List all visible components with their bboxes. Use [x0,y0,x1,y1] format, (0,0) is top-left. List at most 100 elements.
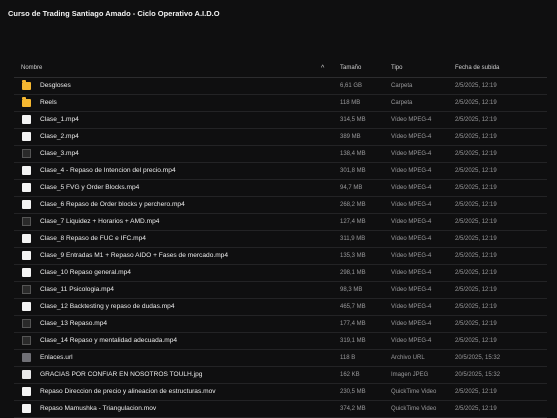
file-date: 2/5/2025, 12:19 [455,253,497,259]
file-size: 314,5 MB [340,117,366,123]
video-icon [22,132,31,141]
file-name[interactable]: Clase_3.mp4 [40,150,79,157]
file-name[interactable]: Clase_13 Repaso.mp4 [40,320,107,327]
table-row[interactable]: Clase_4 - Repaso de Intencion del precio… [14,163,547,180]
file-type: Carpeta [391,83,413,89]
table-row[interactable]: Clase_14 Repaso y mentalidad adecuada.mp… [14,333,547,350]
file-type: Vídeo MPEG-4 [391,117,432,123]
file-date: 2/5/2025, 12:19 [455,406,497,412]
link-file-icon [22,353,31,362]
table-row[interactable]: Clase_10 Repaso general.mp4 298,1 MB Vídeo… [14,265,547,282]
video-thumbnail-icon [22,285,31,294]
table-row[interactable]: Enlaces.url 118 B Archivo URL 20/5/2025, 15… [14,350,547,367]
column-header-size[interactable]: Tamaño [340,65,361,71]
file-name[interactable]: Clase_1.mp4 [40,116,79,123]
table-row[interactable]: Clase_12 Backtesting y repaso de dudas.m… [14,299,547,316]
file-name[interactable]: Clase_10 Repaso general.mp4 [40,269,131,276]
table-row[interactable]: Repaso Mamushka - Triangulacion.mov 374,2… [14,401,547,418]
column-header-name[interactable]: Nombre [21,65,42,71]
video-thumbnail-icon [22,149,31,158]
file-name[interactable]: GRACIAS POR CONFIAR EN NOSOTROS TOULH.jp… [40,371,202,378]
file-size: 162 KB [340,372,360,378]
video-icon [22,200,31,209]
file-name[interactable]: Clase_2.mp4 [40,133,79,140]
table-row[interactable]: GRACIAS POR CONFIAR EN NOSOTROS TOULH.jp… [14,367,547,384]
file-date: 2/5/2025, 12:19 [455,304,497,310]
file-name[interactable]: Clase_7 Liquidez + Horarios + AMD.mp4 [40,218,159,225]
file-date: 20/5/2025, 15:32 [455,372,501,378]
video-icon [22,183,31,192]
file-date: 2/5/2025, 12:19 [455,185,497,191]
column-header-date[interactable]: Fecha de subida [455,65,499,71]
folder-icon [22,80,31,90]
folder-icon [22,97,31,107]
table-header: Nombre ^ Tamaño Tipo Fecha de subida [14,60,547,78]
file-name[interactable]: Desgloses [40,82,71,89]
file-name[interactable]: Clase_14 Repaso y mentalidad adecuada.mp… [40,337,177,344]
file-size: 94,7 MB [340,185,363,191]
file-type: Vídeo MPEG-4 [391,287,432,293]
table-row[interactable]: Clase_11 Psicologia.mp4 98,3 MB Vídeo MPEG… [14,282,547,299]
file-type: Imagen JPEG [391,372,429,378]
file-name[interactable]: Clase_9 Entradas M1 + Repaso AIDO + Fase… [40,252,228,259]
table-row[interactable]: Clase_9 Entradas M1 + Repaso AIDO + Fase… [14,248,547,265]
file-date: 2/5/2025, 12:19 [455,236,497,242]
file-date: 2/5/2025, 12:19 [455,83,497,89]
file-date: 2/5/2025, 12:19 [455,202,497,208]
file-size: 230,5 MB [340,389,366,395]
file-name[interactable]: Clase_12 Backtesting y repaso de dudas.m… [40,303,175,310]
table-body: Desgloses 6,61 GB Carpeta 2/5/2025, 12:19 Re… [14,78,547,418]
file-size: 118 MB [340,100,361,106]
file-name[interactable]: Clase_6 Repaso de Order blocks y percher… [40,201,185,208]
video-icon [22,166,31,175]
table-row[interactable]: Clase_7 Liquidez + Horarios + AMD.mp4 127… [14,214,547,231]
table-row[interactable]: Desgloses 6,61 GB Carpeta 2/5/2025, 12:19 [14,78,547,95]
table-row[interactable]: Clase_13 Repaso.mp4 177,4 MB Vídeo MPEG-4 2… [14,316,547,333]
file-type: Vídeo MPEG-4 [391,338,432,344]
file-name[interactable]: Repaso Mamushka - Triangulacion.mov [40,405,156,412]
file-size: 6,61 GB [340,83,363,89]
file-date: 20/5/2025, 15:32 [455,355,501,361]
file-type: Vídeo MPEG-4 [391,185,432,191]
file-type: Vídeo MPEG-4 [391,236,432,242]
file-size: 127,4 MB [340,219,366,225]
sort-ascending-icon[interactable]: ^ [321,65,324,72]
table-row[interactable]: Clase_3.mp4 138,4 MB Vídeo MPEG-4 2/5/2025,… [14,146,547,163]
file-date: 2/5/2025, 12:19 [455,100,497,106]
file-type: Vídeo MPEG-4 [391,168,432,174]
video-thumbnail-icon [22,217,31,226]
table-row[interactable]: Clase_8 Repaso de FUC e IFC.mp4 311,9 MB V… [14,231,547,248]
file-type: Vídeo MPEG-4 [391,219,432,225]
file-name[interactable]: Clase_8 Repaso de FUC e IFC.mp4 [40,235,146,242]
table-row[interactable]: Clase_6 Repaso de Order blocks y percher… [14,197,547,214]
table-row[interactable]: Reels 118 MB Carpeta 2/5/2025, 12:19 [14,95,547,112]
table-row[interactable]: Clase_1.mp4 314,5 MB Vídeo MPEG-4 2/5/2025,… [14,112,547,129]
file-type: Vídeo MPEG-4 [391,151,432,157]
file-type: Vídeo MPEG-4 [391,202,432,208]
file-size: 389 MB [340,134,361,140]
table-row[interactable]: Repaso Direccion de precio y alineacion … [14,384,547,401]
file-name[interactable]: Clase_4 - Repaso de Intencion del precio… [40,167,176,174]
file-name[interactable]: Reels [40,99,57,106]
table-row[interactable]: Clase_2.mp4 389 MB Vídeo MPEG-4 2/5/2025, 1… [14,129,547,146]
file-type: Vídeo MPEG-4 [391,253,432,259]
video-thumbnail-icon [22,336,31,345]
file-size: 319,1 MB [340,338,366,344]
video-thumbnail-icon [22,319,31,328]
column-header-type[interactable]: Tipo [391,65,402,71]
file-date: 2/5/2025, 12:19 [455,117,497,123]
file-size: 465,7 MB [340,304,366,310]
file-date: 2/5/2025, 12:19 [455,321,497,327]
file-size: 118 B [340,355,356,361]
file-type: Vídeo MPEG-4 [391,304,432,310]
file-size: 138,4 MB [340,151,366,157]
file-name[interactable]: Repaso Direccion de precio y alineacion … [40,388,216,395]
file-date: 2/5/2025, 12:19 [455,338,497,344]
file-type: Archivo URL [391,355,425,361]
table-row[interactable]: Clase_5 FVG y Order Blocks.mp4 94,7 MB Víd… [14,180,547,197]
file-name[interactable]: Enlaces.url [40,354,73,361]
file-name[interactable]: Clase_11 Psicologia.mp4 [40,286,114,293]
file-name[interactable]: Clase_5 FVG y Order Blocks.mp4 [40,184,139,191]
file-table: Nombre ^ Tamaño Tipo Fecha de subida Des… [14,60,547,418]
file-size: 298,1 MB [340,270,366,276]
